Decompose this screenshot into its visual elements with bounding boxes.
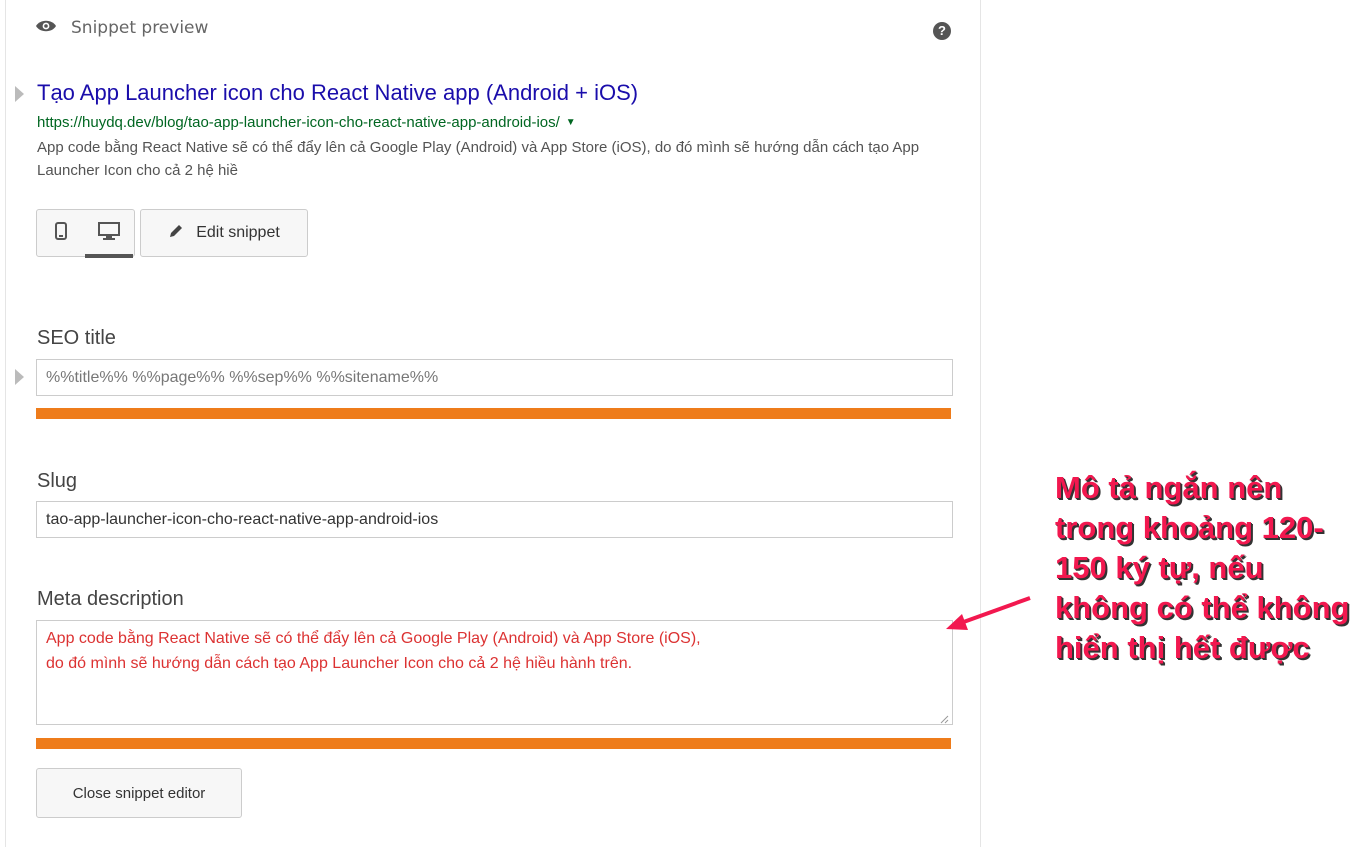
seo-title-label: SEO title	[37, 327, 116, 349]
edit-snippet-label: Edit snippet	[196, 224, 280, 241]
snippet-preview-label: Snippet preview	[71, 18, 209, 38]
pencil-icon	[168, 223, 184, 244]
close-snippet-editor-button[interactable]: Close snippet editor	[36, 768, 242, 818]
seo-title-input[interactable]: %%title%% %%page%% %%sep%% %%sitename%%	[36, 359, 953, 396]
slug-input[interactable]: tao-app-launcher-icon-cho-react-native-a…	[36, 501, 953, 538]
side-area	[981, 0, 1365, 847]
mobile-preview-button[interactable]	[39, 210, 83, 256]
serp-description: App code bằng React Native sẽ có thể đẩy…	[37, 139, 920, 179]
seo-title-progress-bar	[36, 408, 951, 419]
annotation-arrow	[946, 596, 1031, 630]
annotation-note: Mô tả ngắn nên trong khoảng 120-150 ký t…	[1055, 470, 1350, 665]
resize-handle-icon[interactable]	[939, 711, 949, 724]
serp-title[interactable]: Tạo App Launcher icon cho React Native a…	[37, 80, 638, 106]
meta-description-text: App code bằng React Native sẽ có thể đẩy…	[46, 630, 701, 672]
edit-snippet-button[interactable]: Edit snippet	[140, 209, 308, 257]
snippet-preview-header[interactable]: Snippet preview	[35, 18, 208, 38]
desktop-icon	[98, 221, 120, 245]
meta-description-textarea[interactable]: App code bằng React Native sẽ có thể đẩy…	[36, 620, 953, 725]
dropdown-arrow-icon: ▼	[565, 117, 576, 128]
meta-description-progress-bar	[36, 738, 951, 749]
slug-label: Slug	[37, 470, 78, 492]
desktop-preview-button[interactable]	[85, 210, 133, 258]
serp-url-text: https://huydq.dev/blog/tao-app-launcher-…	[37, 114, 560, 131]
question-mark-icon[interactable]: ?	[933, 22, 951, 40]
meta-description-label: Meta description	[37, 588, 184, 610]
eye-icon	[35, 19, 57, 38]
caret-right-icon	[15, 86, 24, 102]
serp-url: https://huydq.dev/blog/tao-app-launcher-…	[37, 114, 576, 131]
caret-right-icon	[15, 369, 24, 385]
mobile-icon	[55, 221, 67, 245]
preview-mode-toggle	[36, 209, 135, 258]
